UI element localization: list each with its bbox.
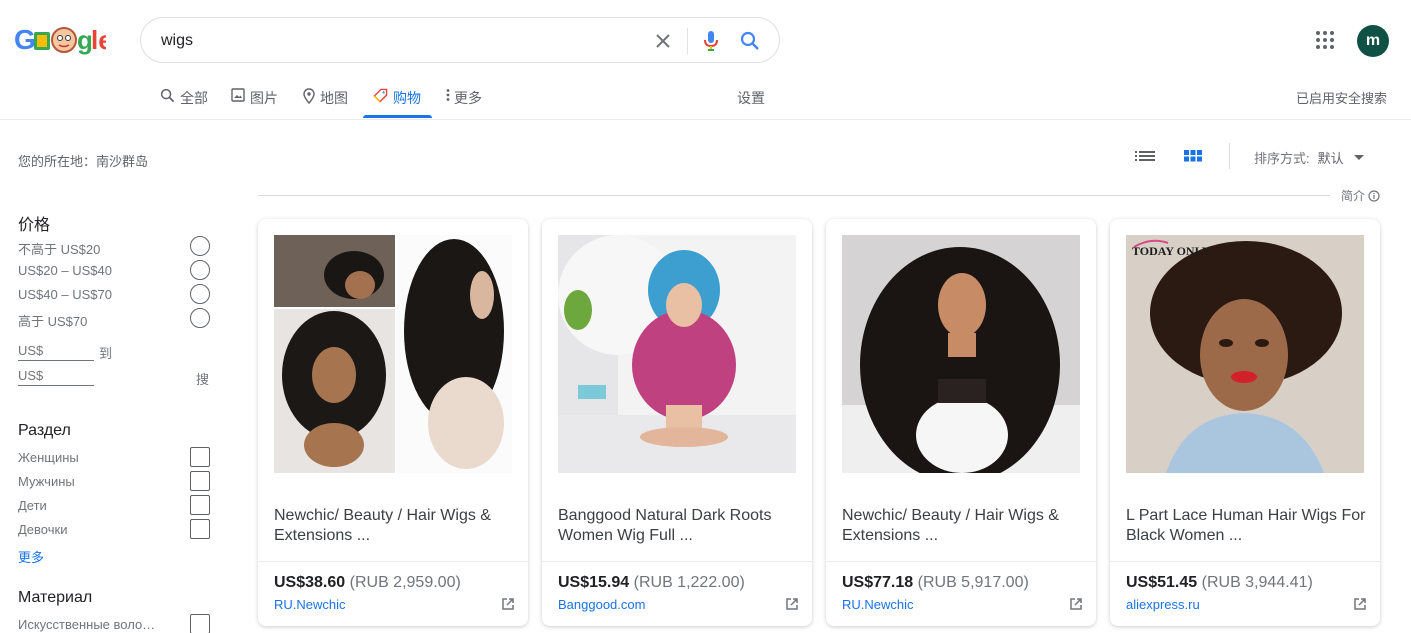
grid-view-icon[interactable] [1183, 147, 1203, 165]
product-image[interactable] [842, 235, 1080, 473]
card-divider [826, 561, 1096, 562]
product-seller[interactable]: RU.Newchic [842, 597, 914, 612]
apps-grid-icon[interactable] [1313, 28, 1337, 52]
section-option-checkbox[interactable] [190, 519, 210, 539]
section-more-link[interactable]: 更多 [18, 547, 44, 566]
product-card[interactable]: Banggood Natural Dark Roots Women Wig Fu… [542, 219, 812, 626]
search-box[interactable] [140, 17, 780, 63]
price-go-button[interactable]: 搜 [196, 369, 209, 388]
info-icon [1368, 189, 1380, 202]
image-icon [231, 88, 245, 102]
material-option-label: Искусственные воло… [18, 617, 156, 632]
map-pin-icon [303, 88, 315, 104]
card-divider [258, 561, 528, 562]
active-tab-indicator [363, 115, 432, 118]
price-option-radio[interactable] [190, 236, 210, 256]
safesearch-status[interactable]: 已启用安全搜索 [1296, 88, 1387, 107]
toolbar-divider [1229, 143, 1230, 169]
tab-maps[interactable]: 地图 [303, 80, 348, 120]
section-option-checkbox[interactable] [190, 447, 210, 467]
tab-shopping[interactable]: 购物 [373, 80, 421, 120]
price-option-label: US$40 – US$70 [18, 287, 112, 302]
product-price: US$77.18 (RUB 5,917.00) [842, 574, 1029, 591]
section-option-label: Дети [18, 498, 47, 513]
price-range-to-label: 到 [99, 346, 113, 361]
product-seller[interactable]: RU.Newchic [274, 597, 346, 612]
price-option-label: US$20 – US$40 [18, 263, 112, 278]
card-divider [542, 561, 812, 562]
tab-more[interactable]: 更多 [445, 80, 482, 120]
external-link-icon[interactable] [501, 597, 515, 611]
card-divider [1110, 561, 1380, 562]
product-image-caption: TODAY ONLY [1132, 244, 1211, 258]
price-option-label: 高于 US$70 [18, 314, 88, 329]
sort-value: 默认 [1317, 151, 1344, 166]
clear-search-icon[interactable] [651, 29, 675, 53]
price-option-radio[interactable] [190, 308, 210, 328]
max-price-input[interactable] [18, 364, 94, 386]
product-image[interactable] [558, 235, 796, 473]
price-filter-title: 价格 [18, 217, 51, 234]
results-divider [258, 195, 1330, 196]
account-avatar[interactable]: m [1357, 25, 1389, 57]
list-view-icon[interactable] [1135, 147, 1155, 165]
product-price: US$51.45 (RUB 3,944.41) [1126, 574, 1313, 591]
product-price: US$15.94 (RUB 1,222.00) [558, 574, 745, 591]
product-title[interactable]: Banggood Natural Dark Roots Women Wig Fu… [558, 506, 798, 546]
search-icon [160, 88, 175, 103]
tab-label: 购物 [393, 90, 421, 106]
external-link-icon[interactable] [1353, 597, 1367, 611]
product-card[interactable]: Newchic/ Beauty / Hair Wigs & Extensions… [258, 219, 528, 626]
section-option-label: Женщины [18, 450, 79, 465]
product-seller[interactable]: aliexpress.ru [1126, 597, 1200, 612]
product-card[interactable]: Newchic/ Beauty / Hair Wigs & Extensions… [826, 219, 1096, 626]
search-divider [687, 28, 688, 54]
product-title[interactable]: Newchic/ Beauty / Hair Wigs & Extensions… [274, 506, 514, 546]
tab-label: 全部 [180, 90, 208, 106]
tab-label: 更多 [454, 90, 482, 106]
price-option-radio[interactable] [190, 260, 210, 280]
external-link-icon[interactable] [1069, 597, 1083, 611]
svg-text:le: le [91, 25, 106, 55]
product-image[interactable] [274, 235, 512, 473]
about-results-link[interactable]: 简介 [1341, 187, 1380, 204]
sort-dropdown[interactable]: 排序方式: 默认 [1254, 148, 1364, 167]
svg-text:G: G [14, 24, 36, 55]
more-vert-icon [446, 89, 450, 101]
product-price: US$38.60 (RUB 2,959.00) [274, 574, 461, 591]
product-image[interactable]: TODAY ONLY [1126, 235, 1364, 473]
about-label: 简介 [1341, 189, 1366, 203]
tag-icon [373, 88, 388, 103]
price-option-radio[interactable] [190, 284, 210, 304]
section-option-label: Девочки [18, 522, 68, 537]
material-option-checkbox[interactable] [190, 614, 210, 633]
chevron-down-icon [1353, 155, 1364, 160]
microphone-icon[interactable] [699, 29, 723, 53]
search-input[interactable] [161, 29, 641, 53]
settings-link[interactable]: 设置 [737, 88, 765, 108]
product-title[interactable]: L Part Lace Human Hair Wigs For Black Wo… [1126, 506, 1366, 546]
sort-label: 排序方式: [1254, 151, 1310, 166]
section-option-checkbox[interactable] [190, 471, 210, 491]
tab-images[interactable]: 图片 [231, 80, 278, 120]
google-doodle-logo[interactable]: G g le [14, 22, 113, 56]
tab-label: 地图 [320, 90, 348, 106]
tab-all[interactable]: 全部 [160, 80, 208, 120]
material-filter-title: Материал [18, 589, 93, 606]
min-price-input[interactable] [18, 339, 94, 361]
search-submit-icon[interactable] [738, 29, 762, 53]
location-text: 您的所在地：南沙群岛 [18, 154, 149, 169]
header-divider [0, 119, 1411, 120]
tab-label: 图片 [250, 90, 278, 106]
section-filter-title: Раздел [18, 422, 71, 439]
external-link-icon[interactable] [785, 597, 799, 611]
price-option-label: 不高于 US$20 [18, 242, 101, 257]
section-option-label: Мужчины [18, 474, 75, 489]
product-card[interactable]: TODAY ONLY L Part Lace Human Hair Wigs F… [1110, 219, 1380, 626]
product-title[interactable]: Newchic/ Beauty / Hair Wigs & Extensions… [842, 506, 1082, 546]
section-option-checkbox[interactable] [190, 495, 210, 515]
product-seller[interactable]: Banggood.com [558, 597, 645, 612]
